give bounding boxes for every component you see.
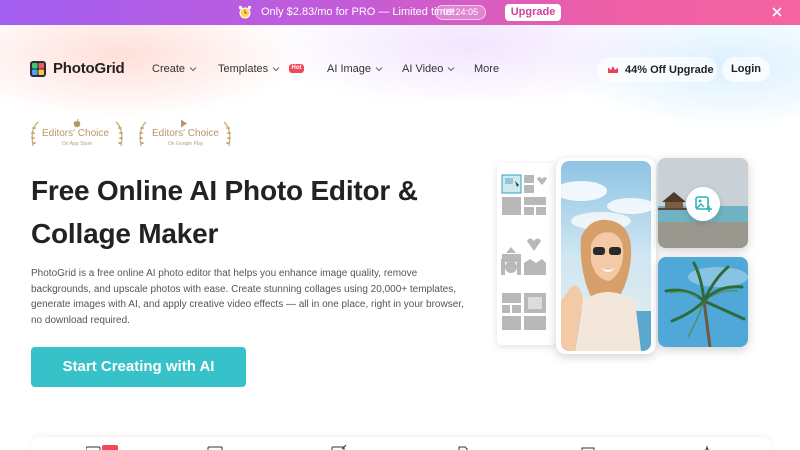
alarm-clock-icon <box>238 5 252 19</box>
header-gradient <box>0 25 800 175</box>
feature-monitor-icon[interactable] <box>207 443 223 450</box>
selfie-photo <box>561 161 651 351</box>
promo-banner: Only $2.83/mo for PRO — Limited time! 09… <box>0 0 800 25</box>
feature-new-icon[interactable] <box>86 443 120 450</box>
feature-sparkle-icon[interactable] <box>699 443 715 450</box>
collage-photo-palms <box>658 257 748 347</box>
nav-ai-video-label: AI Video <box>402 63 444 75</box>
promo-upgrade-button[interactable]: Upgrade <box>505 4 561 21</box>
add-photo-button[interactable] <box>686 187 720 221</box>
award-app-store: Editors' Choice On App Store <box>30 119 124 151</box>
login-button[interactable]: Login <box>722 57 770 82</box>
award-title: Editors' Choice <box>152 128 219 139</box>
promo-text: Only $2.83/mo for PRO — Limited time! <box>261 6 455 18</box>
nav-more[interactable]: More <box>474 63 499 75</box>
title-line-2: Collage Maker <box>31 218 219 249</box>
logo-text[interactable]: PhotoGrid <box>53 60 125 77</box>
laurel-left-icon <box>139 121 147 147</box>
countdown-timer: 09:24:05 <box>435 5 487 20</box>
template-layout-panel <box>497 163 557 345</box>
hot-badge: Hot <box>289 64 304 73</box>
nav-ai-video[interactable]: AI Video <box>402 63 455 75</box>
feature-edit-icon[interactable] <box>331 443 347 450</box>
laurel-right-icon <box>115 121 123 147</box>
upgrade-label: 44% Off Upgrade <box>625 63 714 76</box>
hero-description: PhotoGrid is a free online AI photo edit… <box>31 268 464 326</box>
nav-create[interactable]: Create <box>152 63 197 75</box>
collage-photo-main <box>556 158 656 354</box>
close-icon[interactable] <box>770 5 784 19</box>
feature-image-icon[interactable] <box>580 443 596 450</box>
page-title: Free Online AI Photo Editor & Collage Ma… <box>31 169 471 255</box>
chevron-down-icon <box>272 67 280 72</box>
add-image-icon <box>695 196 712 212</box>
crown-icon <box>608 65 618 73</box>
chevron-down-icon <box>189 67 197 72</box>
laurel-left-icon <box>31 121 39 147</box>
chevron-down-icon <box>375 67 383 72</box>
nav-create-label: Create <box>152 63 186 75</box>
nav-templates-label: Templates <box>218 63 269 75</box>
nav-ai-image[interactable]: AI Image <box>327 63 383 75</box>
google-play-icon <box>181 119 187 128</box>
nav-more-label: More <box>474 63 500 75</box>
nav-ai-image-label: AI Image <box>327 63 372 75</box>
chevron-down-icon <box>448 67 455 72</box>
award-google-play: Editors' Choice On Google Play <box>138 119 232 151</box>
laurel-right-icon <box>223 121 231 147</box>
nav-templates[interactable]: Templates <box>218 63 280 75</box>
start-creating-button[interactable]: Start Creating with AI <box>31 347 246 387</box>
discount-upgrade-button[interactable]: 44% Off Upgrade <box>597 57 717 82</box>
feature-strip <box>31 437 771 450</box>
photogrid-logo-icon[interactable] <box>30 61 46 77</box>
apple-icon <box>73 119 81 128</box>
title-line-1: Free Online AI Photo Editor & <box>31 175 418 206</box>
award-title: Editors' Choice <box>42 128 109 139</box>
feature-document-icon[interactable] <box>455 443 471 450</box>
award-subtitle: On Google Play <box>168 141 204 147</box>
layout-thumbnails-icon <box>501 174 547 330</box>
award-subtitle: On App Store <box>62 141 93 147</box>
